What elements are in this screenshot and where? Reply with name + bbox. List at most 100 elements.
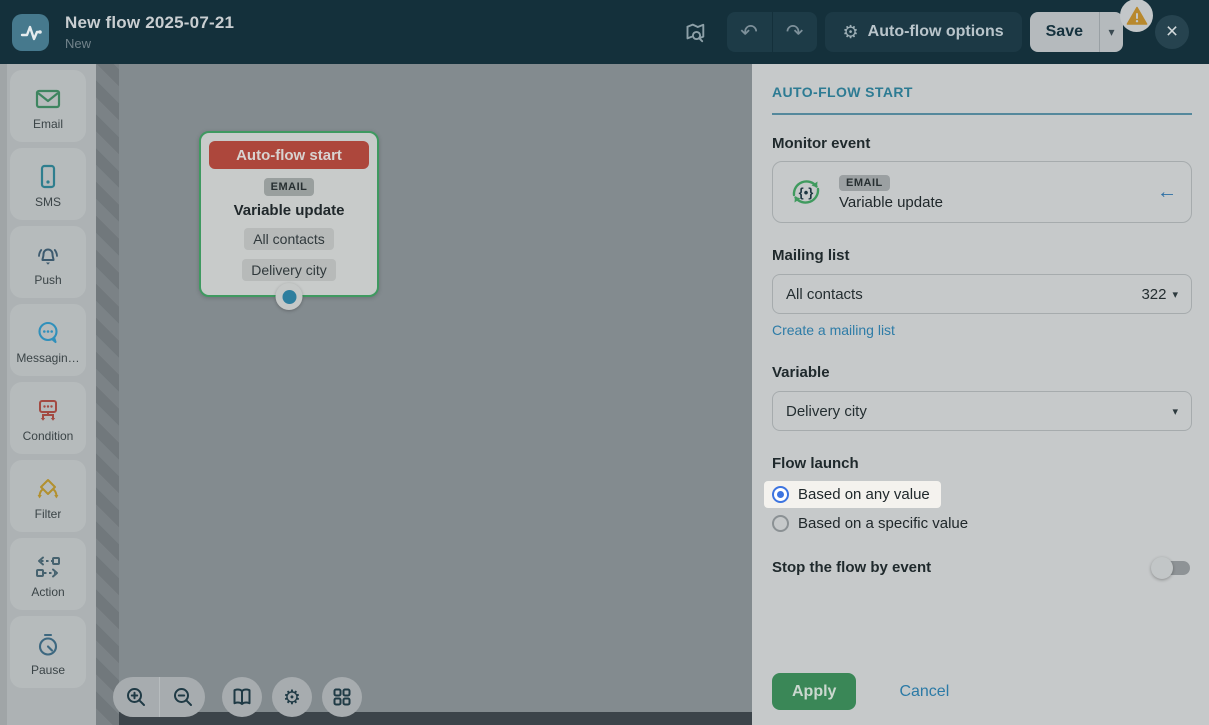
chevron-down-icon: ▾ — [1108, 25, 1114, 39]
node-event-name: Variable update — [209, 202, 369, 219]
gear-icon: ⚙ — [283, 685, 301, 710]
chevron-down-icon: ▾ — [1172, 288, 1178, 301]
stop-flow-label: Stop the flow by event — [772, 559, 931, 576]
auto-flow-options-button[interactable]: ⚙ Auto-flow options — [825, 12, 1022, 52]
app-logo-icon — [12, 14, 49, 51]
sidebar-item-label: SMS — [35, 195, 61, 209]
node-output-connector[interactable] — [276, 283, 303, 310]
create-mailing-list-link[interactable]: Create a mailing list — [772, 322, 895, 338]
header: New flow 2025-07-21 New ↶ ↷ ⚙ Auto-flow … — [0, 0, 1209, 64]
radio-based-on-any-value[interactable]: Based on any value — [764, 481, 941, 508]
title-block: New flow 2025-07-21 New — [65, 13, 234, 51]
save-split-button: Save ▾ — [1030, 12, 1123, 52]
map-book-icon — [230, 685, 254, 709]
page-title: New flow 2025-07-21 — [65, 13, 234, 33]
flow-node-auto-flow-start[interactable]: Auto-flow start EMAIL Variable update Al… — [199, 131, 379, 297]
mailing-list-select[interactable]: All contacts 322 ▾ — [772, 274, 1192, 314]
variable-value: Delivery city — [786, 403, 867, 420]
sidebar-item-label: Filter — [35, 507, 62, 521]
grid-view-button[interactable] — [322, 677, 362, 717]
apply-button[interactable]: Apply — [772, 673, 856, 710]
save-label: Save — [1046, 23, 1083, 41]
sidebar-item-label: Messagin… — [16, 351, 79, 365]
close-icon: × — [1166, 20, 1178, 44]
undo-button[interactable]: ↶ — [727, 12, 772, 52]
undo-icon: ↶ — [740, 20, 758, 45]
close-button[interactable]: × — [1155, 15, 1189, 49]
gear-icon: ⚙ — [843, 22, 859, 43]
settings-panel: AUTO-FLOW START Monitor event {•} EMAIL … — [752, 64, 1209, 725]
stop-flow-row: Stop the flow by event — [772, 559, 1192, 576]
sidebar-item-label: Push — [34, 273, 61, 287]
flow-canvas[interactable]: Email SMS Push Messagin… — [0, 64, 752, 725]
redo-button[interactable]: ↷ — [772, 12, 817, 52]
variable-right: ▾ — [1172, 405, 1178, 418]
monitor-event-card[interactable]: {•} EMAIL Variable update ← — [772, 161, 1192, 223]
event-texts: EMAIL Variable update — [839, 173, 943, 211]
event-name: Variable update — [839, 194, 943, 211]
warning-triangle-icon — [1126, 6, 1148, 26]
mailing-list-label: Mailing list — [772, 247, 1192, 264]
condition-icon — [33, 394, 63, 428]
grid-icon — [330, 685, 354, 709]
map-search-icon — [683, 20, 708, 45]
sidebar-item-pause[interactable]: Pause — [10, 616, 86, 688]
auto-flow-options-label: Auto-flow options — [868, 23, 1004, 41]
node-channel-badge: EMAIL — [264, 178, 315, 196]
svg-text:{•}: {•} — [799, 185, 814, 200]
radio-selected-icon — [772, 486, 789, 503]
sidebar-item-email[interactable]: Email — [10, 70, 86, 142]
minimap-button[interactable] — [222, 677, 262, 717]
email-icon — [33, 82, 63, 116]
zoom-in-icon — [124, 685, 148, 709]
stop-flow-toggle[interactable] — [1154, 561, 1190, 575]
sms-icon — [33, 160, 63, 194]
canvas-toolbar: ⚙ — [113, 677, 362, 717]
connector-dot — [282, 290, 296, 304]
pause-icon — [33, 628, 63, 662]
messaging-icon — [33, 316, 63, 350]
sidebar-item-action[interactable]: Action — [10, 538, 86, 610]
node-title: Auto-flow start — [209, 141, 369, 169]
sidebar-item-sms[interactable]: SMS — [10, 148, 86, 220]
node-chip-mailing-list: All contacts — [244, 228, 334, 250]
radio-unselected-icon — [772, 515, 789, 532]
event-channel-badge: EMAIL — [839, 175, 890, 191]
zoom-in-button[interactable] — [113, 677, 159, 717]
radio-label: Based on any value — [798, 486, 930, 503]
flow-launch-label: Flow launch — [772, 455, 1192, 472]
cancel-button[interactable]: Cancel — [899, 683, 949, 701]
save-button[interactable]: Save — [1030, 12, 1099, 52]
sidebar-item-label: Action — [31, 585, 64, 599]
redo-icon: ↷ — [786, 20, 804, 45]
variable-sync-icon: {•} — [787, 173, 825, 211]
undo-redo-group: ↶ ↷ — [727, 12, 817, 52]
sidebar-item-condition[interactable]: Condition — [10, 382, 86, 454]
zoom-controls — [113, 677, 205, 717]
variable-select[interactable]: Delivery city ▾ — [772, 391, 1192, 431]
back-arrow-icon[interactable]: ← — [1157, 181, 1177, 204]
canvas-settings-button[interactable]: ⚙ — [272, 677, 312, 717]
toggle-knob — [1151, 557, 1173, 579]
radio-label: Based on a specific value — [798, 515, 968, 532]
push-icon — [33, 238, 63, 272]
sidebar-item-label: Email — [33, 117, 63, 131]
monitor-event-label: Monitor event — [772, 135, 1192, 152]
sidebar-item-filter[interactable]: Filter — [10, 460, 86, 532]
zoom-out-icon — [171, 685, 195, 709]
zoom-out-button[interactable] — [159, 677, 205, 717]
panel-divider — [772, 113, 1192, 115]
node-chip-variable: Delivery city — [242, 259, 335, 281]
block-sidebar: Email SMS Push Messagin… — [0, 64, 96, 725]
save-button-wrap: Save ▾ — [1030, 12, 1123, 52]
sidebar-item-messaging[interactable]: Messagin… — [10, 304, 86, 376]
sidebar-item-label: Condition — [23, 429, 74, 443]
radio-based-on-specific-value[interactable]: Based on a specific value — [764, 510, 979, 537]
panel-footer: Apply Cancel — [772, 673, 1192, 710]
mailing-list-count: 322 — [1141, 286, 1166, 303]
chevron-down-icon: ▾ — [1172, 405, 1178, 418]
sidebar-item-label: Pause — [31, 663, 65, 677]
filter-icon — [33, 472, 63, 506]
map-search-button[interactable] — [679, 15, 713, 49]
sidebar-item-push[interactable]: Push — [10, 226, 86, 298]
